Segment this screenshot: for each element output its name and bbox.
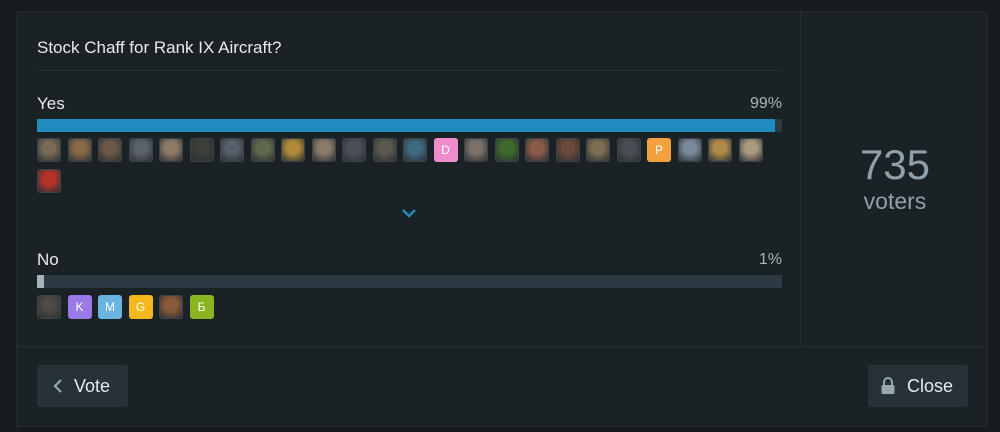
voter-avatar-photo[interactable]	[494, 138, 519, 162]
voter-avatar-photo[interactable]	[67, 138, 92, 162]
voter-avatar-photo[interactable]	[37, 169, 61, 193]
option-percent-no: 1%	[758, 251, 782, 268]
voter-avatar-photo[interactable]	[159, 138, 183, 162]
poll-block: Stock Chaff for Rank IX Aircraft? Yes 99…	[16, 11, 988, 427]
option-bar-no	[37, 275, 782, 288]
voter-avatar-photo[interactable]	[372, 138, 397, 162]
voter-avatar-photo[interactable]	[738, 138, 763, 162]
option-bar-fill-no	[37, 275, 45, 288]
voter-avatar-photo[interactable]	[403, 138, 427, 162]
voter-avatar-photo[interactable]	[708, 138, 732, 162]
option-bar-yes	[37, 119, 782, 132]
poll-question: Stock Chaff for Rank IX Aircraft?	[37, 38, 282, 57]
voter-avatar-photo[interactable]	[677, 138, 702, 162]
vote-button[interactable]: Vote	[37, 365, 128, 407]
option-percent-yes: 99%	[749, 95, 782, 112]
voter-avatar-photo[interactable]	[98, 138, 122, 162]
voter-avatar-photo[interactable]	[37, 138, 61, 162]
voter-avatar-photo[interactable]	[342, 138, 366, 162]
voter-avatar-photo[interactable]	[220, 138, 244, 162]
voter-avatars-no: KMG Б	[37, 295, 782, 319]
voter-avatar-photo[interactable]	[311, 138, 336, 162]
voter-avatar-photo[interactable]	[525, 138, 549, 162]
voter-count-label: voters	[863, 187, 927, 214]
voter-avatar[interactable]: Б	[189, 295, 214, 319]
voter-avatar-photo[interactable]	[37, 295, 61, 319]
voter-avatar-photo[interactable]	[250, 138, 275, 162]
voter-count: 735	[859, 140, 931, 188]
divider	[37, 70, 782, 71]
voter-avatar[interactable]: D	[433, 138, 458, 162]
voter-avatar[interactable]: M	[98, 295, 122, 319]
voter-avatar[interactable]: P	[647, 138, 671, 162]
poll-footer: Vote Close	[17, 346, 987, 426]
voter-avatar-photo[interactable]	[189, 138, 214, 162]
chevron-left-icon	[53, 379, 62, 393]
poll-results: Stock Chaff for Rank IX Aircraft? Yes 99…	[17, 12, 801, 346]
chevron-down-icon[interactable]	[401, 207, 417, 219]
option-bar-fill-yes	[37, 119, 775, 132]
voter-avatar-photo[interactable]	[586, 138, 610, 162]
voter-avatar[interactable]: G	[128, 295, 153, 319]
close-button-label: Close	[907, 375, 954, 396]
voter-avatar[interactable]: K	[67, 295, 92, 319]
lock-icon	[881, 377, 895, 394]
voter-summary: 735 voters	[802, 12, 988, 346]
close-poll-button[interactable]: Close	[868, 365, 968, 407]
voter-avatars-yes: DP	[37, 138, 782, 193]
voter-avatar-photo[interactable]	[555, 138, 580, 162]
voter-avatar-photo[interactable]	[159, 295, 183, 319]
option-label-yes: Yes	[37, 94, 65, 113]
voter-avatar-photo[interactable]	[464, 138, 488, 162]
voter-avatar-photo[interactable]	[281, 138, 305, 162]
option-label-no: No	[37, 250, 59, 269]
voter-avatar-photo[interactable]	[128, 138, 153, 162]
vote-button-label: Vote	[74, 375, 111, 396]
voter-avatar-photo[interactable]	[616, 138, 641, 162]
